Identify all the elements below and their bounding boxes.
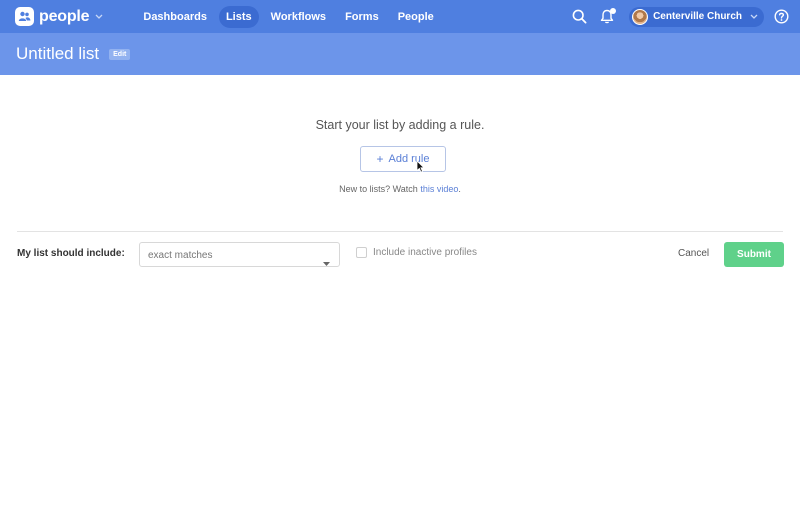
nav-lists[interactable]: Lists	[218, 5, 259, 28]
plus-icon: +	[376, 152, 384, 166]
help-text-prefix: New to lists? Watch	[339, 184, 421, 194]
top-right-controls: Centerville Church	[572, 0, 800, 33]
search-icon[interactable]	[572, 9, 587, 24]
page-header: Untitled list Edit	[0, 33, 800, 75]
organization-name: Centerville Church	[653, 11, 742, 22]
chevron-down-icon	[750, 14, 758, 19]
match-type-select[interactable]: exact matches	[139, 242, 340, 267]
include-inactive-toggle[interactable]: Include inactive profiles	[356, 247, 477, 258]
divider	[17, 231, 783, 232]
page-title: Untitled list	[16, 44, 100, 63]
people-logo-icon	[15, 7, 34, 26]
notification-dot	[610, 8, 617, 14]
help-text-suffix: .	[458, 184, 461, 194]
avatar	[632, 8, 649, 25]
empty-state-message: Start your list by adding a rule.	[315, 118, 485, 132]
nav-dashboards[interactable]: Dashboards	[136, 6, 214, 28]
empty-state: Start your list by adding a rule.	[0, 118, 800, 132]
rule-options-row: My list should include: exact matches In…	[0, 242, 800, 267]
add-rule-button[interactable]: + Add rule	[360, 146, 446, 172]
help-text: New to lists? Watch this video.	[0, 184, 800, 194]
submit-button[interactable]: Submit	[724, 242, 784, 267]
include-inactive-label: Include inactive profiles	[373, 247, 477, 258]
edit-title-button[interactable]: Edit	[109, 48, 131, 60]
app-switcher[interactable]: people	[15, 7, 103, 26]
help-icon[interactable]	[774, 9, 789, 24]
include-inactive-checkbox[interactable]	[356, 247, 367, 258]
nav-forms[interactable]: Forms	[338, 6, 386, 28]
organization-switcher[interactable]: Centerville Church	[629, 6, 764, 27]
cancel-button[interactable]: Cancel	[678, 248, 709, 259]
caret-down-icon	[323, 253, 330, 271]
include-label: My list should include:	[17, 248, 125, 259]
app-name: people	[39, 7, 90, 25]
mouse-pointer-icon	[416, 160, 425, 178]
chevron-down-icon	[95, 14, 103, 19]
match-type-value: exact matches	[148, 250, 213, 261]
notifications-bell-icon[interactable]	[600, 8, 617, 24]
top-navigation-bar: people Dashboards Lists Workflows Forms …	[0, 0, 800, 33]
nav-workflows[interactable]: Workflows	[264, 6, 333, 28]
watch-video-link[interactable]: this video	[420, 184, 458, 194]
nav-people[interactable]: People	[391, 6, 441, 28]
main-nav: Dashboards Lists Workflows Forms People	[136, 0, 445, 33]
